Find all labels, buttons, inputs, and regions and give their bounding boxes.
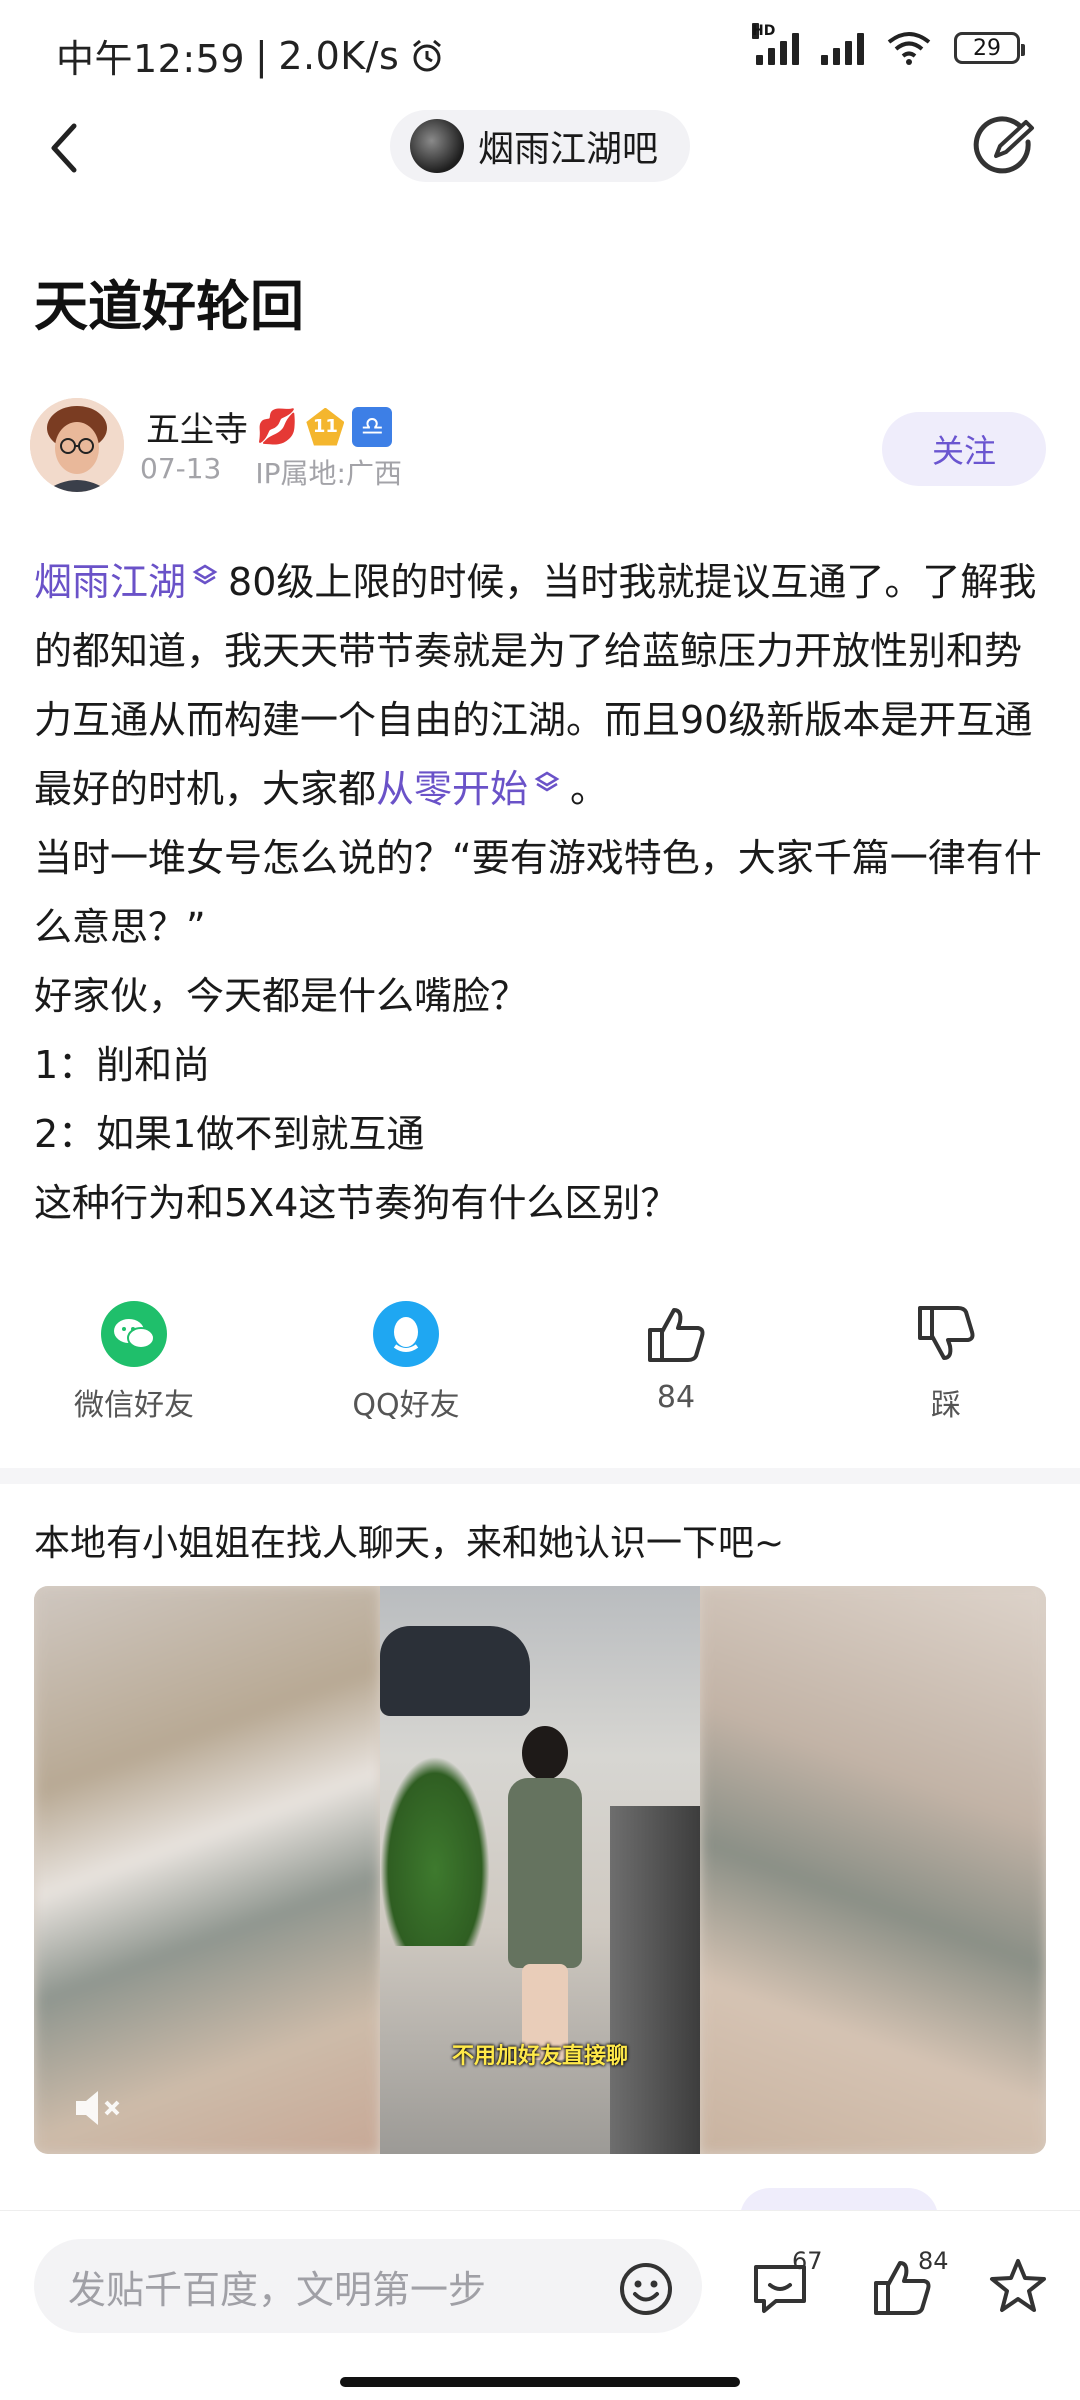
mute-icon[interactable] — [72, 2086, 128, 2130]
star-icon[interactable] — [986, 2255, 1050, 2319]
share-qq-button[interactable]: QQ好友 — [306, 1300, 506, 1424]
dislike-label: 踩 — [931, 1388, 961, 1423]
alarm-icon — [413, 39, 442, 71]
battery-level: 29 — [973, 35, 1001, 61]
video-caption: 不用加好友直接聊 — [451, 2044, 628, 2069]
post-paragraph-4: 1：削和尚 — [34, 1043, 211, 1087]
libra-badge-icon: ♎ — [352, 406, 393, 447]
qq-label: QQ好友 — [352, 1388, 460, 1423]
video-frame: 不用加好友直接聊 — [380, 1586, 700, 2154]
comment-count: 67 — [792, 2247, 823, 2275]
post-paragraph-1: 烟雨江湖 80级上限的时候，当时我就提议互通了。了解我的都知道，我天天带节奏就是为… — [34, 548, 1050, 824]
status-separator: | — [255, 33, 269, 78]
post-title: 天道好轮回 — [34, 275, 304, 338]
ad-video[interactable]: 不用加好友直接聊 — [34, 1586, 1046, 2154]
hd-label: HD — [752, 23, 776, 39]
video-escalator — [610, 1806, 700, 2154]
status-left: 中午12:59 | 2.0K/s — [56, 28, 445, 83]
forum-avatar — [410, 119, 464, 173]
video-car — [380, 1626, 530, 1716]
post-paragraph-5: 2：如果1做不到就互通 — [34, 1112, 425, 1156]
back-arrow-icon[interactable] — [40, 112, 90, 182]
forum-link[interactable]: 烟雨江湖 — [34, 560, 186, 604]
lips-badge-icon: 💋 — [256, 406, 299, 447]
post-paragraph-2: 当时一堆女号怎么说的？“要有游戏特色，大家千篇一律有什么意思？” — [34, 836, 1042, 949]
emoji-icon[interactable] — [618, 2261, 674, 2317]
post-paragraph-3: 好家伙，今天都是什么嘴脸？ — [34, 974, 529, 1018]
video-person — [500, 1726, 590, 2066]
like-button[interactable]: 84 — [576, 1300, 776, 1415]
layers-icon — [192, 564, 218, 585]
ip-location: IP属地:广西 — [255, 457, 402, 490]
post-paragraph-6: 这种行为和5X4这节奏狗有什么区别？ — [34, 1181, 679, 1225]
level-badge: 11 — [306, 407, 345, 446]
layers-icon — [534, 771, 560, 792]
wifi-icon — [887, 32, 931, 65]
bottom-bar: 发贴千百度，文明第一步 67 84 — [0, 2210, 1080, 2400]
dislike-button[interactable]: 踩 — [846, 1300, 1046, 1424]
signal-icon — [821, 31, 864, 65]
author-name-row: 五尘寺 💋 11 ♎ — [146, 402, 393, 451]
signal-icon-hd: HD — [752, 23, 799, 65]
post-body: 烟雨江湖 80级上限的时候，当时我就提议互通了。了解我的都知道，我天天带节奏就是为… — [34, 548, 1050, 1238]
author-meta: 07-13 IP属地:广西 — [140, 452, 402, 492]
video-blur-right — [700, 1586, 1046, 2154]
share-wechat-button[interactable]: 微信好友 — [34, 1300, 234, 1424]
battery-icon: 29 — [954, 32, 1025, 64]
status-speed: 2.0K/s — [278, 33, 400, 78]
status-right: HD 29 — [752, 23, 1025, 66]
paragraph-1-end: 。 — [570, 767, 609, 811]
thumbs-up-icon — [648, 1308, 705, 1362]
topic-link[interactable]: 从零开始 — [376, 767, 528, 811]
edit-icon[interactable] — [970, 112, 1040, 182]
follow-button[interactable]: 关注 — [882, 412, 1046, 486]
thumbs-down-icon — [918, 1306, 975, 1360]
section-divider — [0, 1468, 1080, 1484]
home-indicator[interactable] — [340, 2377, 740, 2387]
video-blur-left — [34, 1586, 380, 2154]
qq-icon — [373, 1301, 439, 1367]
like-count: 84 — [656, 1380, 696, 1415]
share-actions: 微信好友 QQ好友 84 踩 — [0, 1300, 1080, 1430]
like-count-bottom: 84 — [918, 2247, 949, 2275]
wechat-icon — [101, 1301, 167, 1367]
author-name[interactable]: 五尘寺 — [146, 402, 248, 451]
status-time: 中午12:59 — [56, 37, 246, 81]
video-plant — [380, 1756, 490, 1946]
forum-name: 烟雨江湖吧 — [478, 129, 659, 170]
status-bar: 中午12:59 | 2.0K/s HD 29 — [0, 0, 1080, 100]
post-date: 07-13 — [140, 452, 222, 485]
author-avatar[interactable] — [30, 398, 124, 492]
forum-pill[interactable]: 烟雨江湖吧 — [390, 110, 690, 182]
wechat-label: 微信好友 — [74, 1388, 194, 1423]
ad-title[interactable]: 本地有小姐姐在找人聊天，来和她认识一下吧~ — [34, 1514, 784, 1566]
comment-input[interactable]: 发贴千百度，文明第一步 — [34, 2239, 702, 2333]
